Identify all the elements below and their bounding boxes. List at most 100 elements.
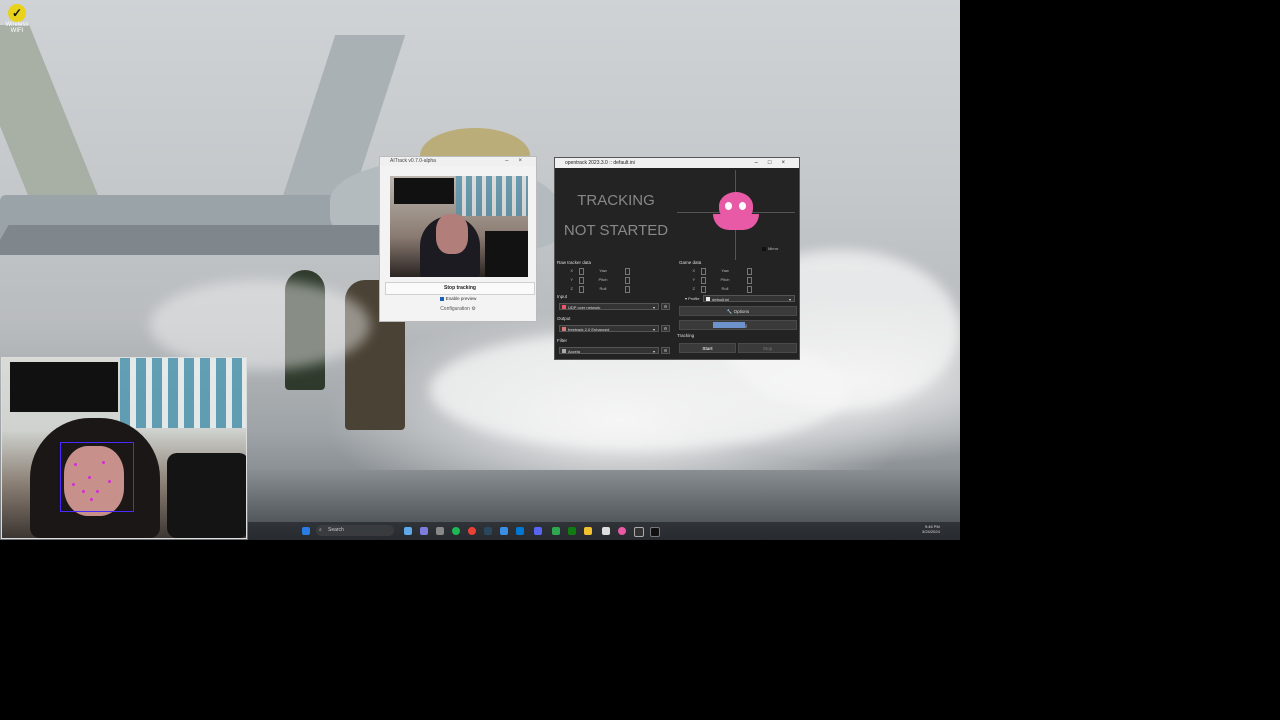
folder-icon[interactable] <box>584 527 592 535</box>
face-landmark <box>72 483 75 486</box>
octopus-tentacles <box>713 214 759 230</box>
edge-icon[interactable] <box>516 527 524 535</box>
axis-label: Z <box>692 286 695 291</box>
teams-icon[interactable] <box>420 527 428 535</box>
start-button[interactable]: Start <box>679 343 736 353</box>
windows-start-icon[interactable] <box>302 527 310 535</box>
chevron-down-icon: ▾ <box>788 297 791 302</box>
octopus-eye <box>739 202 746 210</box>
app-icon[interactable] <box>500 527 508 535</box>
axis-label: Roll <box>721 286 729 291</box>
desktop-screen: ✓ Wireless WIFI AITrack v0.7.0-alpha –× <box>0 0 960 540</box>
mirror-label: Mirror <box>768 246 779 251</box>
steam-icon[interactable] <box>484 527 492 535</box>
game-data-grid: X Yaw Y Pitch Z Roll <box>679 268 757 293</box>
face-landmark <box>74 463 77 466</box>
raw-tracker-grid: X Yaw Y Pitch Z Roll <box>557 268 635 293</box>
axis-label: Pitch <box>598 277 608 282</box>
aitrack-window[interactable]: AITrack v0.7.0-alpha –× Stop tracking En… <box>379 156 537 322</box>
mapping-highlight <box>713 322 745 328</box>
clock-date: 3/24/2024 <box>922 529 940 534</box>
input-select[interactable]: UDP over network ▾ <box>559 303 659 310</box>
stop-button[interactable]: Stop <box>738 343 797 353</box>
face-bounding-box <box>60 442 134 512</box>
chevron-down-icon: ▾ <box>652 305 655 310</box>
aitrack-camera-preview <box>390 176 528 277</box>
face-landmark <box>102 461 105 464</box>
aitrack-title: AITrack v0.7.0-alpha <box>390 158 436 164</box>
configuration-link[interactable]: Configuration ⚙ <box>380 306 536 312</box>
face-landmark <box>82 490 85 493</box>
profile-select-value: default.ini <box>712 297 730 302</box>
aitrack-taskbar-icon[interactable] <box>634 527 644 537</box>
opentrack-taskbar-icon[interactable] <box>618 527 626 535</box>
mirror-checkbox[interactable]: Mirror <box>762 246 778 251</box>
tools-icon: 🔧 <box>726 309 733 314</box>
face-landmark <box>108 480 111 483</box>
document-icon <box>706 297 710 301</box>
tracking-status-line2: NOT STARTED <box>563 222 669 239</box>
discord-icon[interactable] <box>534 527 542 535</box>
file-explorer-icon[interactable] <box>404 527 412 535</box>
xbox-icon[interactable] <box>568 527 576 535</box>
opentrack-title: opentrack 2023.3.0 :: default.ini <box>565 160 635 166</box>
value-box <box>747 277 752 284</box>
output-select-value: freetrack 2.0 Enhanced <box>568 327 610 332</box>
app-icon[interactable] <box>602 527 610 535</box>
value-box <box>701 277 706 284</box>
app-icon[interactable] <box>552 527 560 535</box>
terminal-icon[interactable] <box>650 527 660 537</box>
opentrack-titlebar[interactable]: opentrack 2023.3.0 :: default.ini –□× <box>555 158 799 168</box>
options-button[interactable]: 🔧 Options <box>679 306 797 316</box>
output-select[interactable]: freetrack 2.0 Enhanced ▾ <box>559 325 659 332</box>
value-box <box>579 268 584 275</box>
enable-preview-checkbox[interactable]: Enable preview <box>380 296 536 301</box>
aitrack-titlebar[interactable]: AITrack v0.7.0-alpha –× <box>380 157 536 166</box>
webcam-wall-posters <box>120 358 246 428</box>
input-select-value: UDP over network <box>568 305 601 310</box>
input-settings-button[interactable]: ⚙ <box>661 303 670 310</box>
search-icon: ⌕ <box>319 527 322 533</box>
tracking-status: TRACKING NOT STARTED <box>561 186 671 246</box>
value-box <box>625 268 630 275</box>
configuration-label: Configuration <box>440 306 470 312</box>
checkbox-unchecked-icon <box>762 246 766 251</box>
value-box <box>701 268 706 275</box>
webcam-chair <box>167 453 246 538</box>
face-landmark <box>88 476 91 479</box>
checkbox-checked-icon <box>439 296 444 301</box>
window-controls[interactable]: –□× <box>755 158 795 168</box>
taskbar-clock[interactable]: 9:46 PM 3/24/2024 <box>922 524 940 534</box>
filter-select-value: Accela <box>568 349 581 354</box>
check-icon: ✓ <box>8 4 26 22</box>
value-box <box>625 277 630 284</box>
stop-tracking-button[interactable]: Stop tracking <box>385 282 535 295</box>
tracking-label: Tracking <box>677 333 695 338</box>
game-data-title: Game data <box>679 260 702 265</box>
filter-settings-button[interactable]: ⚙ <box>661 347 670 354</box>
jet-wing <box>0 225 429 255</box>
filter-select[interactable]: Accela ▾ <box>559 347 659 354</box>
app-icon[interactable] <box>436 527 444 535</box>
preview-monitor <box>394 178 454 204</box>
taskbar-search[interactable]: ⌕ Search <box>316 525 394 536</box>
taskbar-search-placeholder: Search <box>328 527 344 533</box>
output-settings-button[interactable]: ⚙ <box>661 325 670 332</box>
desktop-shortcut[interactable]: ✓ Wireless WIFI <box>4 4 30 34</box>
window-controls[interactable]: –× <box>505 157 532 166</box>
input-label: Input <box>557 294 568 299</box>
preview-wall <box>456 176 528 216</box>
value-box <box>579 286 584 293</box>
profile-select[interactable]: default.ini ▾ <box>703 295 795 302</box>
chrome-icon[interactable] <box>468 527 476 535</box>
axis-label: Yaw <box>599 268 607 273</box>
axis-label: Z <box>570 286 573 291</box>
options-button-label: Options <box>733 309 750 314</box>
value-box <box>625 286 630 293</box>
face-landmark <box>96 490 99 493</box>
value-box <box>747 286 752 293</box>
profile-label: ▾ Profile <box>685 296 700 301</box>
webcam-monitor <box>10 362 118 412</box>
opentrack-window[interactable]: opentrack 2023.3.0 :: default.ini –□× TR… <box>554 157 800 360</box>
spotify-icon[interactable] <box>452 527 460 535</box>
